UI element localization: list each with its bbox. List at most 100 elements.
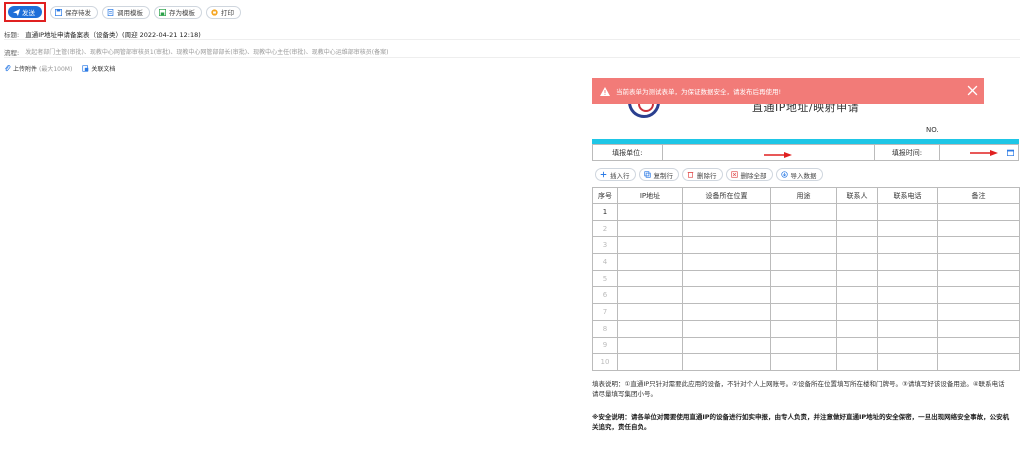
upload-attachment-link[interactable]: 上传附件 (最大100M): [4, 64, 72, 73]
remark-cell[interactable]: [937, 253, 1020, 271]
header-remark: 备注: [937, 187, 1020, 204]
contact-cell[interactable]: [836, 269, 878, 288]
remark-cell[interactable]: [937, 286, 1020, 305]
contact-cell[interactable]: [836, 253, 878, 271]
contact-cell[interactable]: [836, 353, 878, 371]
row-number: 2: [592, 219, 618, 238]
contact-cell[interactable]: [836, 319, 878, 338]
remark-cell[interactable]: [937, 353, 1020, 371]
save-template-button[interactable]: 存为模板: [154, 5, 202, 19]
contact-cell[interactable]: [836, 203, 878, 221]
insert-row-button[interactable]: 插入行: [595, 168, 636, 181]
remark-cell[interactable]: [937, 303, 1020, 321]
send-button[interactable]: 发送: [8, 6, 42, 18]
location-cell[interactable]: [682, 336, 771, 355]
purpose-cell[interactable]: [770, 253, 837, 271]
time-label: 填报时间:: [875, 145, 941, 160]
contact-cell[interactable]: [836, 236, 878, 255]
ip-cell[interactable]: [617, 336, 683, 355]
phone-cell[interactable]: [877, 219, 938, 238]
table-row: 9: [592, 336, 1020, 355]
ip-cell[interactable]: [617, 236, 683, 255]
test-form-alert: 当前表单为测试表单，为保证数据安全，请发布后再使用!: [592, 78, 984, 104]
purpose-cell[interactable]: [770, 286, 837, 305]
unit-label: 填报单位:: [593, 145, 663, 160]
flow-value[interactable]: 发起者部门主管(审批)、现教中心网管部审核员1(审批)、现教中心网管部部长(审批…: [25, 47, 388, 56]
phone-cell[interactable]: [877, 203, 938, 221]
copy-row-label: 复制行: [653, 171, 674, 180]
contact-cell[interactable]: [836, 286, 878, 305]
import-data-button[interactable]: 导入数据: [775, 168, 823, 181]
location-cell[interactable]: [682, 269, 771, 288]
remark-cell[interactable]: [937, 319, 1020, 338]
remark-cell[interactable]: [937, 236, 1020, 255]
contact-cell[interactable]: [836, 219, 878, 238]
use-template-button[interactable]: 调用模板: [102, 5, 150, 19]
title-value[interactable]: 直通IP地址申请备案表（设备类）(周迎 2022-04-21 12:18): [25, 29, 201, 39]
location-cell[interactable]: [682, 253, 771, 271]
ip-cell[interactable]: [617, 253, 683, 271]
purpose-cell[interactable]: [770, 303, 837, 321]
remark-cell[interactable]: [937, 219, 1020, 238]
remark-cell[interactable]: [937, 203, 1020, 221]
save-draft-button[interactable]: 保存待发: [50, 5, 98, 19]
row-number: 9: [592, 336, 618, 355]
ip-cell[interactable]: [617, 319, 683, 338]
purpose-cell[interactable]: [770, 203, 837, 221]
ip-cell[interactable]: [617, 219, 683, 238]
upload-hint: (最大100M): [39, 65, 73, 73]
remark-cell[interactable]: [937, 336, 1020, 355]
phone-cell[interactable]: [877, 353, 938, 371]
purpose-cell[interactable]: [770, 319, 837, 338]
purpose-cell[interactable]: [770, 269, 837, 288]
phone-cell[interactable]: [877, 319, 938, 338]
delete-row-button[interactable]: 删除行: [682, 168, 723, 181]
floppy-icon: [55, 8, 62, 16]
phone-cell[interactable]: [877, 303, 938, 321]
paperclip-icon: [5, 64, 11, 71]
ip-cell[interactable]: [617, 353, 683, 371]
purpose-cell[interactable]: [770, 219, 837, 238]
location-cell[interactable]: [682, 203, 771, 221]
location-cell[interactable]: [682, 353, 771, 371]
phone-cell[interactable]: [877, 286, 938, 305]
header-contact: 联系人: [836, 187, 878, 204]
table-header-row: 序号 IP地址 设备所在位置 用途 联系人 联系电话 备注: [592, 187, 1020, 204]
phone-cell[interactable]: [877, 336, 938, 355]
phone-cell[interactable]: [877, 236, 938, 255]
location-cell[interactable]: [682, 219, 771, 238]
use-template-label: 调用模板: [117, 9, 143, 17]
upload-label: 上传附件: [13, 65, 38, 73]
remark-cell[interactable]: [937, 269, 1020, 288]
phone-cell[interactable]: [877, 253, 938, 271]
print-button[interactable]: 打印: [206, 5, 241, 19]
calendar-icon[interactable]: [1006, 149, 1014, 156]
phone-cell[interactable]: [877, 269, 938, 288]
table-row: 8: [592, 319, 1020, 338]
delete-all-button[interactable]: 删除全部: [725, 168, 773, 181]
ip-cell[interactable]: [617, 303, 683, 321]
ip-cell[interactable]: [617, 286, 683, 305]
copy-row-button[interactable]: 复制行: [638, 168, 679, 181]
location-cell[interactable]: [682, 303, 771, 321]
header-seq: 序号: [592, 187, 618, 204]
ip-cell[interactable]: [617, 269, 683, 288]
row-number: 4: [592, 253, 618, 271]
location-cell[interactable]: [682, 286, 771, 305]
red-arrow-time: [970, 150, 998, 156]
purpose-cell[interactable]: [770, 336, 837, 355]
table-row: 2: [592, 219, 1020, 238]
contact-cell[interactable]: [836, 303, 878, 321]
location-cell[interactable]: [682, 319, 771, 338]
location-cell[interactable]: [682, 236, 771, 255]
close-icon[interactable]: [967, 85, 978, 96]
purpose-cell[interactable]: [770, 236, 837, 255]
flow-label: 流程:: [4, 48, 20, 57]
purpose-cell[interactable]: [770, 353, 837, 371]
table-row: 3: [592, 236, 1020, 255]
ip-table: 序号 IP地址 设备所在位置 用途 联系人 联系电话 备注 1 2 3 4 5 …: [592, 187, 1020, 371]
table-row: 5: [592, 269, 1020, 288]
related-docs-link[interactable]: 关联文档: [82, 64, 115, 73]
contact-cell[interactable]: [836, 336, 878, 355]
ip-cell[interactable]: [617, 203, 683, 221]
